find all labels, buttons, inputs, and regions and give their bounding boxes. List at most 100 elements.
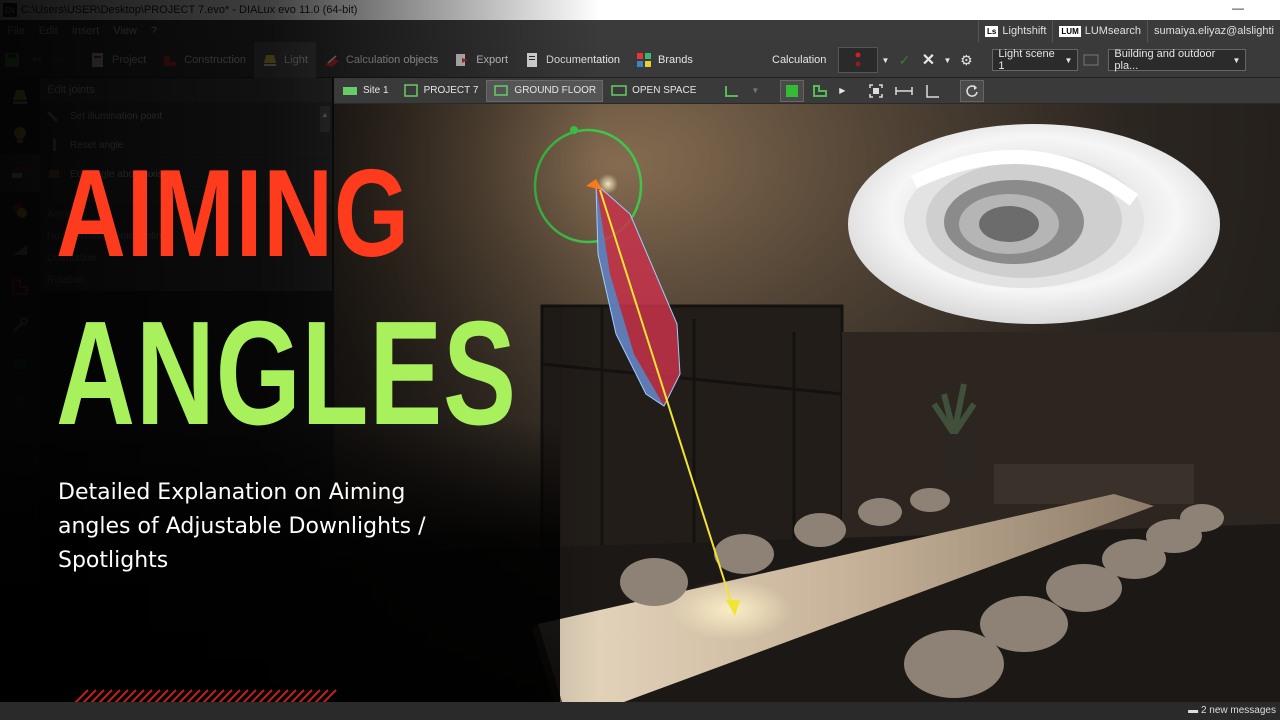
- tab-project[interactable]: Project: [82, 42, 154, 78]
- chevron-down-icon: ▼: [1232, 55, 1241, 65]
- project-icon: [92, 52, 103, 67]
- crumb-site-label: Site 1: [363, 85, 389, 96]
- tab-brands[interactable]: Brands: [628, 42, 701, 78]
- set-illumination-point-label: Set illumination point: [70, 110, 163, 122]
- crumb-open-space-label: OPEN SPACE: [632, 85, 697, 96]
- menu-insert[interactable]: Insert: [65, 25, 107, 37]
- light-colour-tool-icon[interactable]: [0, 192, 40, 230]
- calculation-objects-icon: [324, 54, 339, 67]
- save-icon[interactable]: [0, 42, 24, 78]
- scroll-up-icon[interactable]: ▲: [320, 106, 330, 132]
- tab-project-label: Project: [112, 53, 147, 66]
- tab-calculation-objects-label: Calculation objects: [345, 53, 439, 66]
- view-mode-value: Building and outdoor pla...: [1114, 48, 1216, 72]
- tab-calculation-objects[interactable]: Calculation objects: [316, 42, 446, 78]
- tab-construction[interactable]: Construction: [154, 42, 254, 78]
- crumb-open-space[interactable]: OPEN SPACE: [605, 80, 702, 102]
- window-title-bar: Dx C:\Users\USER\Desktop\PROJECT 7.evo* …: [0, 0, 1280, 20]
- edit-joints-tool-icon[interactable]: [0, 154, 40, 192]
- undo-icon[interactable]: [24, 42, 48, 78]
- site-icon: [343, 87, 357, 95]
- room-icon: [611, 85, 627, 96]
- menu-help[interactable]: ?: [144, 25, 164, 37]
- menu-view[interactable]: View: [106, 25, 144, 37]
- lumsearch-label: LUMsearch: [1084, 25, 1141, 37]
- zoom-extents-icon[interactable]: [864, 80, 888, 102]
- menu-bar: File Edit Insert View ? Ls Lightshift LU…: [0, 20, 1280, 42]
- calculate-traffic-light-icon[interactable]: [838, 47, 879, 73]
- dialux-app-icon: Dx: [3, 3, 17, 17]
- crumb-project-label: PROJECT 7: [423, 85, 479, 96]
- sideboard: [994, 464, 1194, 504]
- green-tool-2-icon[interactable]: [0, 382, 40, 420]
- menu-edit[interactable]: Edit: [32, 25, 65, 37]
- documentation-icon: [527, 52, 538, 67]
- measure-distance-icon[interactable]: [892, 80, 916, 102]
- tab-light[interactable]: Light: [254, 41, 316, 78]
- building-icon: [403, 84, 418, 97]
- messages-indicator[interactable]: ▬ 2 new messages: [1188, 705, 1276, 716]
- view-mode-select[interactable]: Building and outdoor pla... ▼: [1108, 48, 1247, 72]
- crumb-project[interactable]: PROJECT 7: [397, 80, 485, 102]
- brands-icon: [637, 52, 652, 67]
- lumsearch-icon: LUM: [1059, 25, 1081, 37]
- cancel-dropdown-icon[interactable]: ▼: [940, 42, 954, 78]
- rotation-handle[interactable]: [570, 126, 578, 134]
- tab-light-label: Light: [284, 53, 308, 66]
- illumination-point-icon: [47, 110, 59, 123]
- luminaire-tool-icon[interactable]: [0, 78, 40, 116]
- view-next-icon[interactable]: ▶: [836, 80, 848, 102]
- crumb-ground-floor[interactable]: GROUND FLOOR: [486, 79, 604, 102]
- tab-brands-label: Brands: [658, 53, 693, 66]
- bulb-tool-icon[interactable]: [0, 116, 40, 154]
- measure-height-icon[interactable]: [920, 80, 944, 102]
- refresh-view-icon[interactable]: [960, 79, 985, 102]
- tab-construction-label: Construction: [184, 53, 247, 66]
- ribbon-toolbar: Project Construction Light Calculation o…: [0, 41, 1280, 78]
- calculation-group: Calculation ▼ ✓ ✕ ▼ ⚙ Light scene 1 ▼ Bui…: [772, 42, 1247, 78]
- redo-icon[interactable]: [48, 42, 72, 78]
- panel-title: Edit joints: [40, 78, 332, 102]
- menu-file[interactable]: File: [0, 25, 32, 37]
- light-icon: [264, 54, 277, 66]
- user-email: sumaiya.eliyaz@alslighti: [1154, 25, 1274, 37]
- lightshift-icon: Ls: [985, 25, 999, 37]
- monitor-icon: ▬: [1188, 705, 1201, 716]
- arrangement-tool-icon[interactable]: [0, 268, 40, 306]
- selection-mode-icon[interactable]: [720, 80, 744, 102]
- minimize-button[interactable]: —: [1232, 1, 1244, 15]
- 3d-view-icon[interactable]: [780, 79, 805, 102]
- wrench-tool-icon[interactable]: [0, 306, 40, 344]
- subtitle-text: Detailed Explanation on Aiming angles of…: [58, 480, 426, 573]
- lightshift-label: Lightshift: [1002, 25, 1047, 37]
- headline-angles: ANGLES: [56, 291, 517, 456]
- adjustable-downlight-photo: [848, 124, 1220, 324]
- window-title: C:\Users\USER\Desktop\PROJECT 7.evo* - D…: [21, 4, 358, 16]
- headline-aiming: AIMING: [56, 145, 410, 283]
- cancel-calculation-icon[interactable]: ✕: [916, 42, 940, 78]
- plan-view-icon[interactable]: [808, 80, 832, 102]
- selection-dropdown-icon[interactable]: ▼: [748, 80, 762, 102]
- construction-icon: [164, 55, 177, 66]
- settings-gear-icon[interactable]: ⚙: [954, 42, 978, 78]
- chevron-down-icon: ▼: [1064, 55, 1073, 65]
- set-illumination-point-button[interactable]: Set illumination point: [40, 102, 332, 131]
- tab-documentation-label: Documentation: [546, 53, 621, 66]
- calculation-check-icon[interactable]: ✓: [892, 42, 916, 78]
- green-tool-icon[interactable]: [0, 344, 40, 382]
- export-icon: [456, 53, 469, 66]
- calculation-label: Calculation: [772, 54, 827, 66]
- user-account[interactable]: sumaiya.eliyaz@alslighti: [1147, 20, 1280, 42]
- lumsearch-button[interactable]: LUM LUMsearch: [1052, 20, 1147, 42]
- status-bar: ▬ 2 new messages: [0, 702, 1280, 720]
- crumb-ground-floor-label: GROUND FLOOR: [514, 85, 597, 96]
- light-scene-select[interactable]: Light scene 1 ▼: [992, 48, 1079, 72]
- dimming-tool-icon[interactable]: [0, 230, 40, 268]
- tab-export[interactable]: Export: [446, 42, 516, 78]
- tab-documentation[interactable]: Documentation: [516, 42, 628, 78]
- lightshift-button[interactable]: Ls Lightshift: [978, 20, 1052, 42]
- light-scene-editor-icon[interactable]: [1078, 42, 1104, 78]
- crumb-site[interactable]: Site 1: [336, 80, 395, 102]
- floor-icon: [494, 85, 509, 96]
- calculate-dropdown-icon[interactable]: ▼: [878, 42, 892, 78]
